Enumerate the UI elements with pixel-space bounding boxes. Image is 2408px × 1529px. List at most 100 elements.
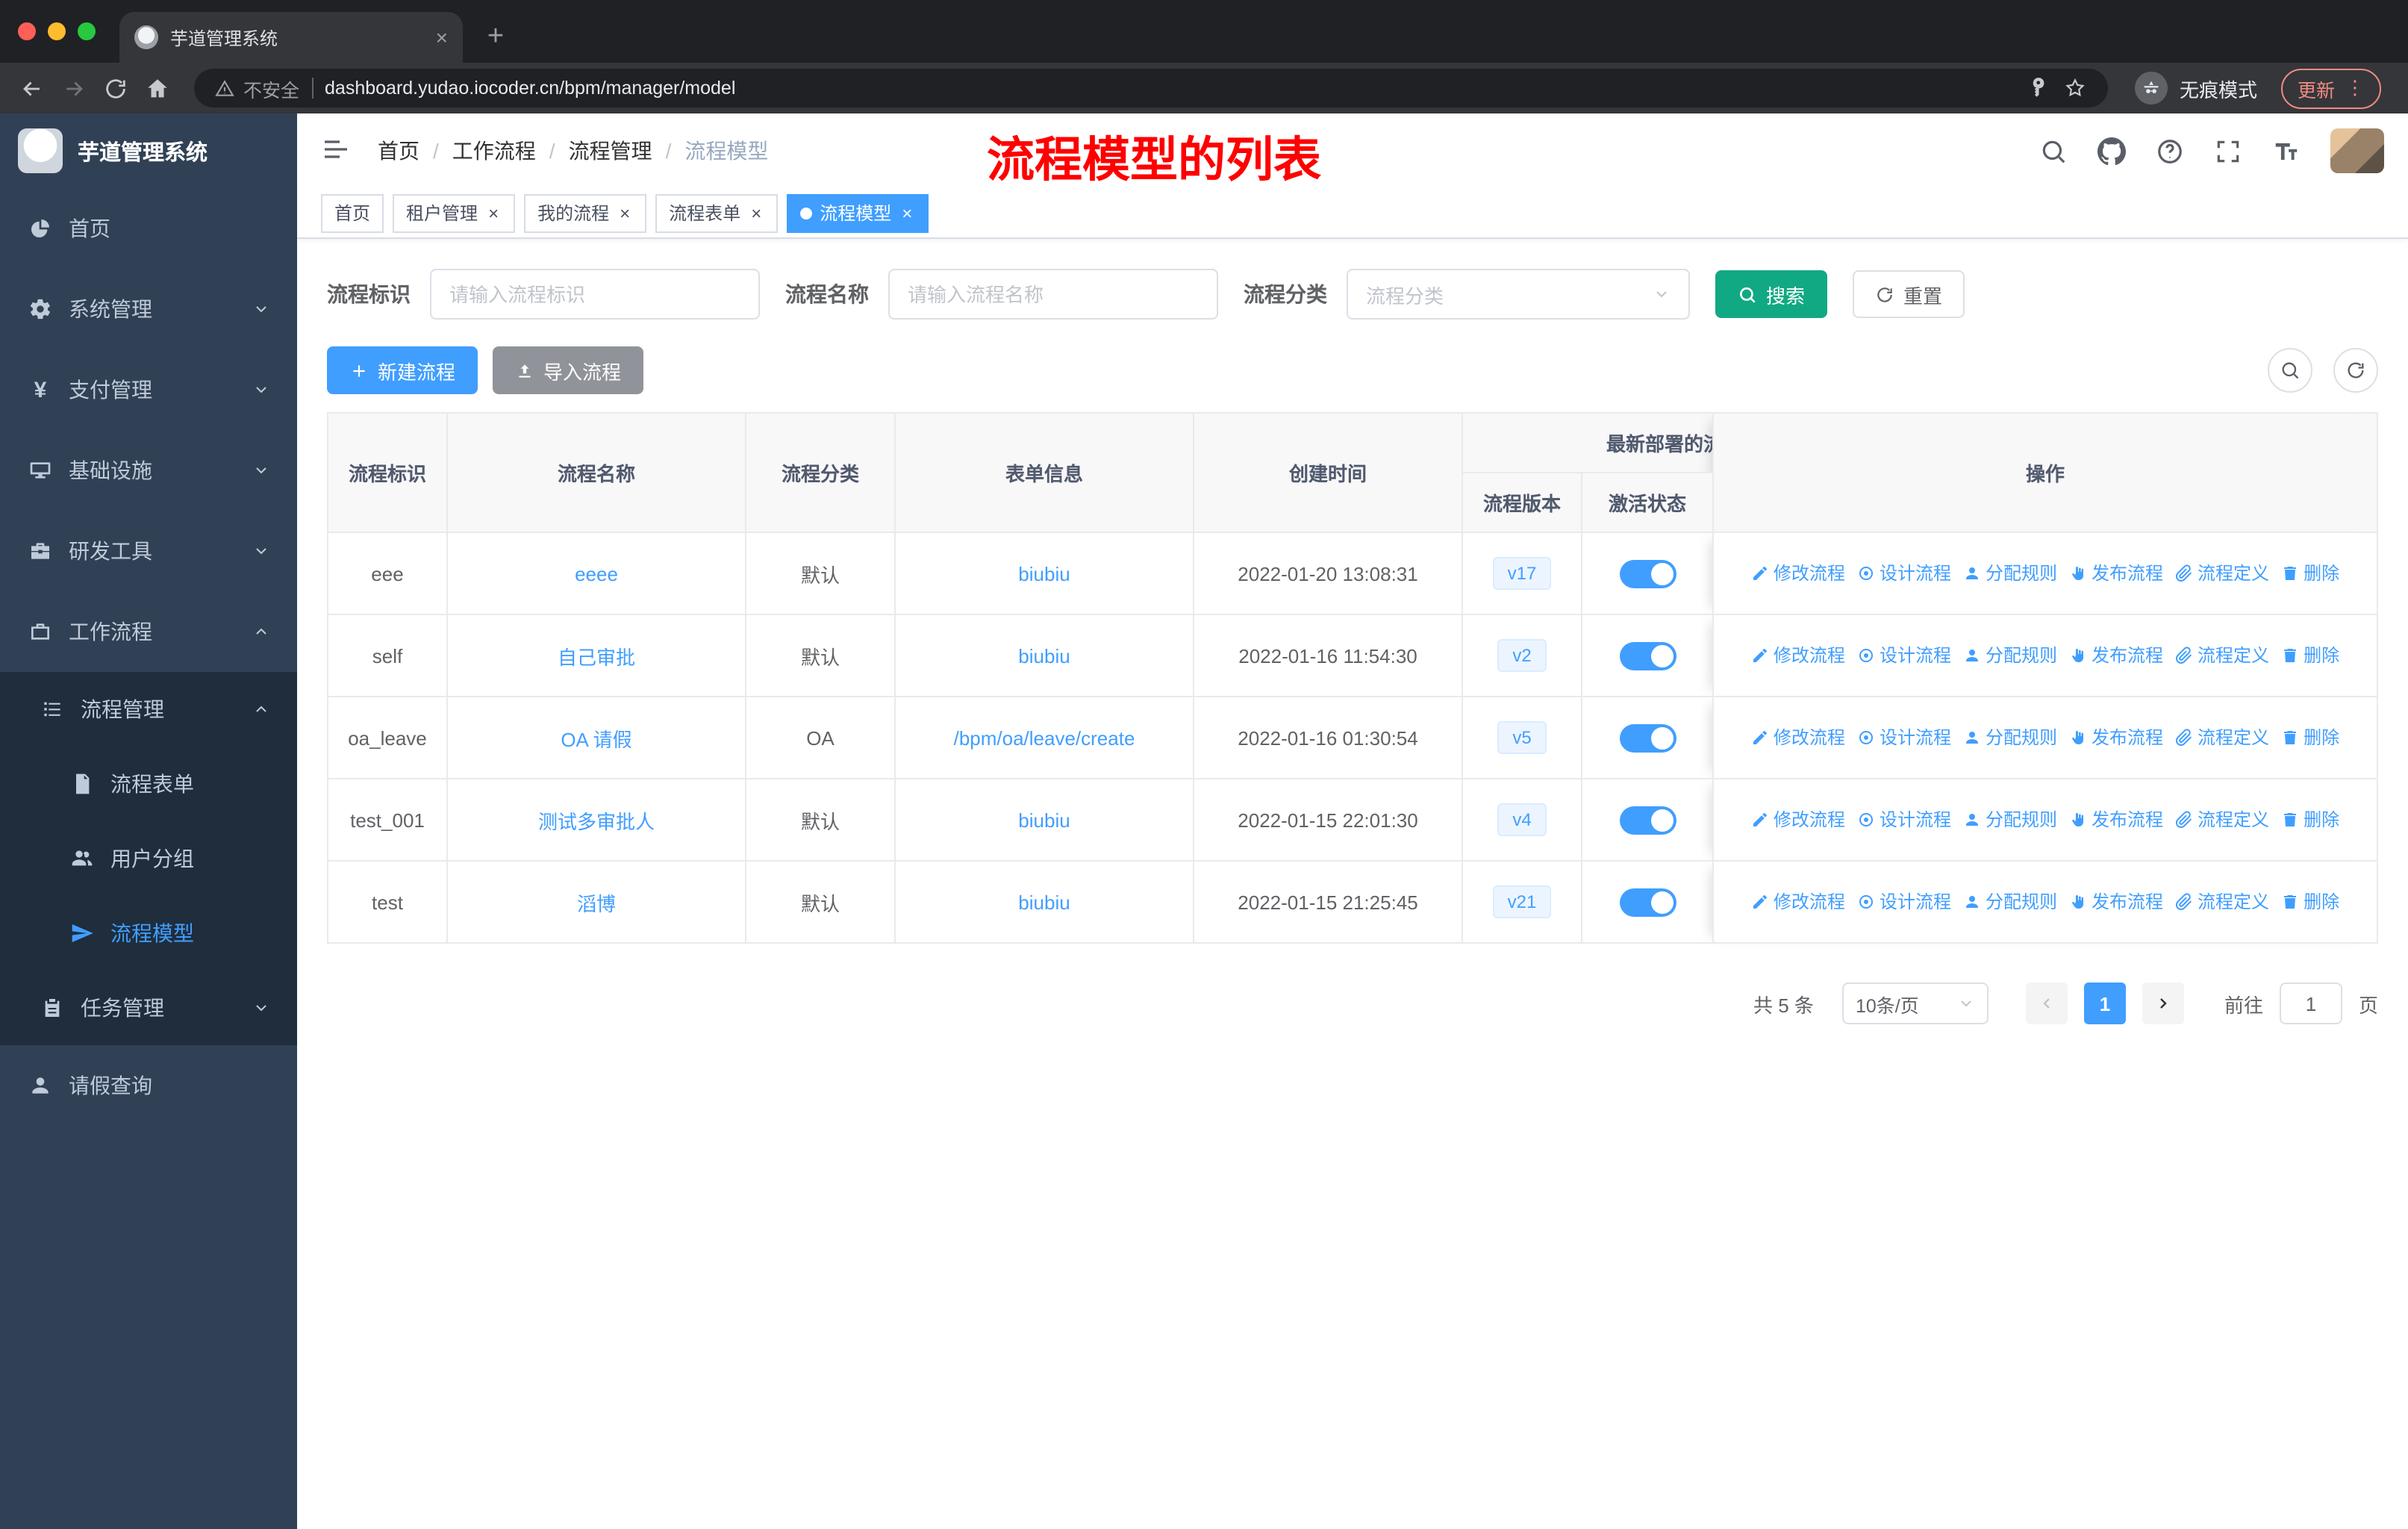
active-switch[interactable] bbox=[1619, 641, 1676, 670]
action-modify[interactable]: 修改流程 bbox=[1751, 725, 1845, 750]
reset-button[interactable]: 重置 bbox=[1853, 270, 1965, 318]
import-process-button[interactable]: 导入流程 bbox=[493, 346, 644, 394]
action-delete[interactable]: 删除 bbox=[2281, 725, 2339, 750]
prev-page-button[interactable] bbox=[2025, 983, 2068, 1024]
process-name-link[interactable]: 测试多审批人 bbox=[538, 810, 655, 832]
create-process-button[interactable]: 新建流程 bbox=[327, 346, 478, 394]
next-page-button[interactable] bbox=[2142, 983, 2184, 1024]
process-name-link[interactable]: 滔博 bbox=[577, 892, 616, 915]
action-definition[interactable]: 流程定义 bbox=[2175, 807, 2269, 832]
form-info-link[interactable]: biubiu bbox=[1018, 644, 1070, 667]
sidebar-item-workflow[interactable]: 工作流程 bbox=[0, 591, 297, 672]
hamburger-icon[interactable] bbox=[321, 134, 354, 167]
search-icon[interactable] bbox=[2039, 137, 2068, 165]
process-id-input[interactable] bbox=[430, 269, 760, 320]
view-tag-我的流程[interactable]: 我的流程 × bbox=[524, 193, 647, 232]
sidebar-item-system[interactable]: 系统管理 bbox=[0, 269, 297, 349]
active-switch[interactable] bbox=[1619, 723, 1676, 752]
action-modify[interactable]: 修改流程 bbox=[1751, 889, 1845, 915]
tab-close-icon[interactable]: × bbox=[436, 25, 448, 49]
tag-close-icon[interactable]: × bbox=[899, 202, 915, 223]
browser-update-button[interactable]: 更新 ⋮ bbox=[2280, 68, 2381, 108]
action-delete[interactable]: 删除 bbox=[2281, 643, 2339, 668]
action-assign-rule[interactable]: 分配规则 bbox=[1963, 561, 2057, 586]
active-switch[interactable] bbox=[1619, 559, 1676, 588]
back-icon[interactable] bbox=[15, 72, 48, 105]
font-size-icon[interactable] bbox=[2272, 137, 2301, 165]
view-tag-首页[interactable]: 首页 bbox=[321, 193, 384, 232]
action-design[interactable]: 设计流程 bbox=[1857, 807, 1951, 832]
process-name-link[interactable]: eeee bbox=[575, 562, 618, 585]
action-modify[interactable]: 修改流程 bbox=[1751, 807, 1845, 832]
action-publish[interactable]: 发布流程 bbox=[2069, 561, 2163, 586]
sidebar-item-infrastructure[interactable]: 基础设施 bbox=[0, 430, 297, 511]
sidebar-item-user-group[interactable]: 用户分组 bbox=[0, 821, 297, 896]
action-delete[interactable]: 删除 bbox=[2281, 889, 2339, 915]
tag-close-icon[interactable]: × bbox=[617, 202, 633, 223]
home-icon[interactable] bbox=[140, 72, 173, 105]
browser-tab[interactable]: 芋道管理系统 × bbox=[119, 12, 463, 63]
app-logo[interactable]: 芋道管理系统 bbox=[0, 113, 297, 188]
search-button[interactable]: 搜索 bbox=[1715, 270, 1828, 318]
process-name-input[interactable] bbox=[888, 269, 1218, 320]
breadcrumb-item[interactable]: 流程管理 bbox=[569, 136, 652, 166]
bookmark-star-icon[interactable] bbox=[2063, 76, 2087, 100]
user-avatar[interactable] bbox=[2330, 128, 2384, 173]
breadcrumb-item[interactable]: 工作流程 bbox=[452, 136, 536, 166]
action-design[interactable]: 设计流程 bbox=[1857, 561, 1951, 586]
browser-menu-icon[interactable]: ⋮ bbox=[2345, 76, 2365, 100]
zoom-window-button[interactable] bbox=[78, 22, 96, 40]
new-tab-button[interactable]: + bbox=[475, 16, 517, 58]
action-definition[interactable]: 流程定义 bbox=[2175, 889, 2269, 915]
password-key-icon[interactable] bbox=[2027, 76, 2051, 100]
action-design[interactable]: 设计流程 bbox=[1857, 725, 1951, 750]
process-category-select[interactable]: 流程分类 bbox=[1347, 269, 1690, 320]
sidebar-item-payment[interactable]: ¥ 支付管理 bbox=[0, 349, 297, 430]
breadcrumb-item[interactable]: 首页 bbox=[378, 136, 419, 166]
action-definition[interactable]: 流程定义 bbox=[2175, 643, 2269, 668]
process-name-link[interactable]: OA 请假 bbox=[561, 728, 631, 750]
view-tag-流程表单[interactable]: 流程表单 × bbox=[655, 193, 779, 232]
reload-icon[interactable] bbox=[99, 72, 131, 105]
sidebar-item-task-manage[interactable]: 任务管理 bbox=[0, 971, 297, 1045]
close-window-button[interactable] bbox=[18, 22, 36, 40]
url-bar[interactable]: 不安全 dashboard.yudao.iocoder.cn/bpm/manag… bbox=[194, 69, 2108, 108]
minimize-window-button[interactable] bbox=[48, 22, 66, 40]
action-assign-rule[interactable]: 分配规则 bbox=[1963, 889, 2057, 915]
action-delete[interactable]: 删除 bbox=[2281, 807, 2339, 832]
form-info-link[interactable]: biubiu bbox=[1018, 809, 1070, 831]
action-assign-rule[interactable]: 分配规则 bbox=[1963, 725, 2057, 750]
fullscreen-icon[interactable] bbox=[2214, 137, 2242, 165]
refresh-table-button[interactable] bbox=[2333, 348, 2378, 393]
action-design[interactable]: 设计流程 bbox=[1857, 889, 1951, 915]
view-tag-租户管理[interactable]: 租户管理 × bbox=[393, 193, 516, 232]
view-tag-流程模型[interactable]: 流程模型 × bbox=[787, 193, 929, 232]
active-switch[interactable] bbox=[1619, 806, 1676, 834]
sidebar-item-process-model[interactable]: 流程模型 bbox=[0, 896, 297, 971]
page-number-button[interactable]: 1 bbox=[2083, 983, 2126, 1024]
help-icon[interactable] bbox=[2156, 137, 2184, 165]
action-design[interactable]: 设计流程 bbox=[1857, 643, 1951, 668]
forward-icon[interactable] bbox=[57, 72, 90, 105]
sidebar-item-leave-query[interactable]: 请假查询 bbox=[0, 1045, 297, 1126]
action-assign-rule[interactable]: 分配规则 bbox=[1963, 643, 2057, 668]
action-assign-rule[interactable]: 分配规则 bbox=[1963, 807, 2057, 832]
action-publish[interactable]: 发布流程 bbox=[2069, 807, 2163, 832]
sidebar-item-process-form[interactable]: 流程表单 bbox=[0, 747, 297, 821]
process-name-link[interactable]: 自己审批 bbox=[558, 646, 635, 668]
github-icon[interactable] bbox=[2097, 137, 2126, 165]
sidebar-item-home[interactable]: 首页 bbox=[0, 188, 297, 269]
toggle-search-button[interactable] bbox=[2268, 348, 2312, 393]
form-info-link[interactable]: biubiu bbox=[1018, 562, 1070, 585]
form-info-link[interactable]: biubiu bbox=[1018, 891, 1070, 913]
action-publish[interactable]: 发布流程 bbox=[2069, 889, 2163, 915]
form-info-link[interactable]: /bpm/oa/leave/create bbox=[954, 726, 1135, 749]
sidebar-item-process-manage[interactable]: 流程管理 bbox=[0, 672, 297, 747]
sidebar-item-dev-tools[interactable]: 研发工具 bbox=[0, 511, 297, 591]
tag-close-icon[interactable]: × bbox=[748, 202, 764, 223]
tag-close-icon[interactable]: × bbox=[485, 202, 502, 223]
action-modify[interactable]: 修改流程 bbox=[1751, 643, 1845, 668]
goto-page-input[interactable] bbox=[2279, 983, 2342, 1024]
active-switch[interactable] bbox=[1619, 888, 1676, 916]
security-warning[interactable]: 不安全 bbox=[215, 74, 299, 102]
